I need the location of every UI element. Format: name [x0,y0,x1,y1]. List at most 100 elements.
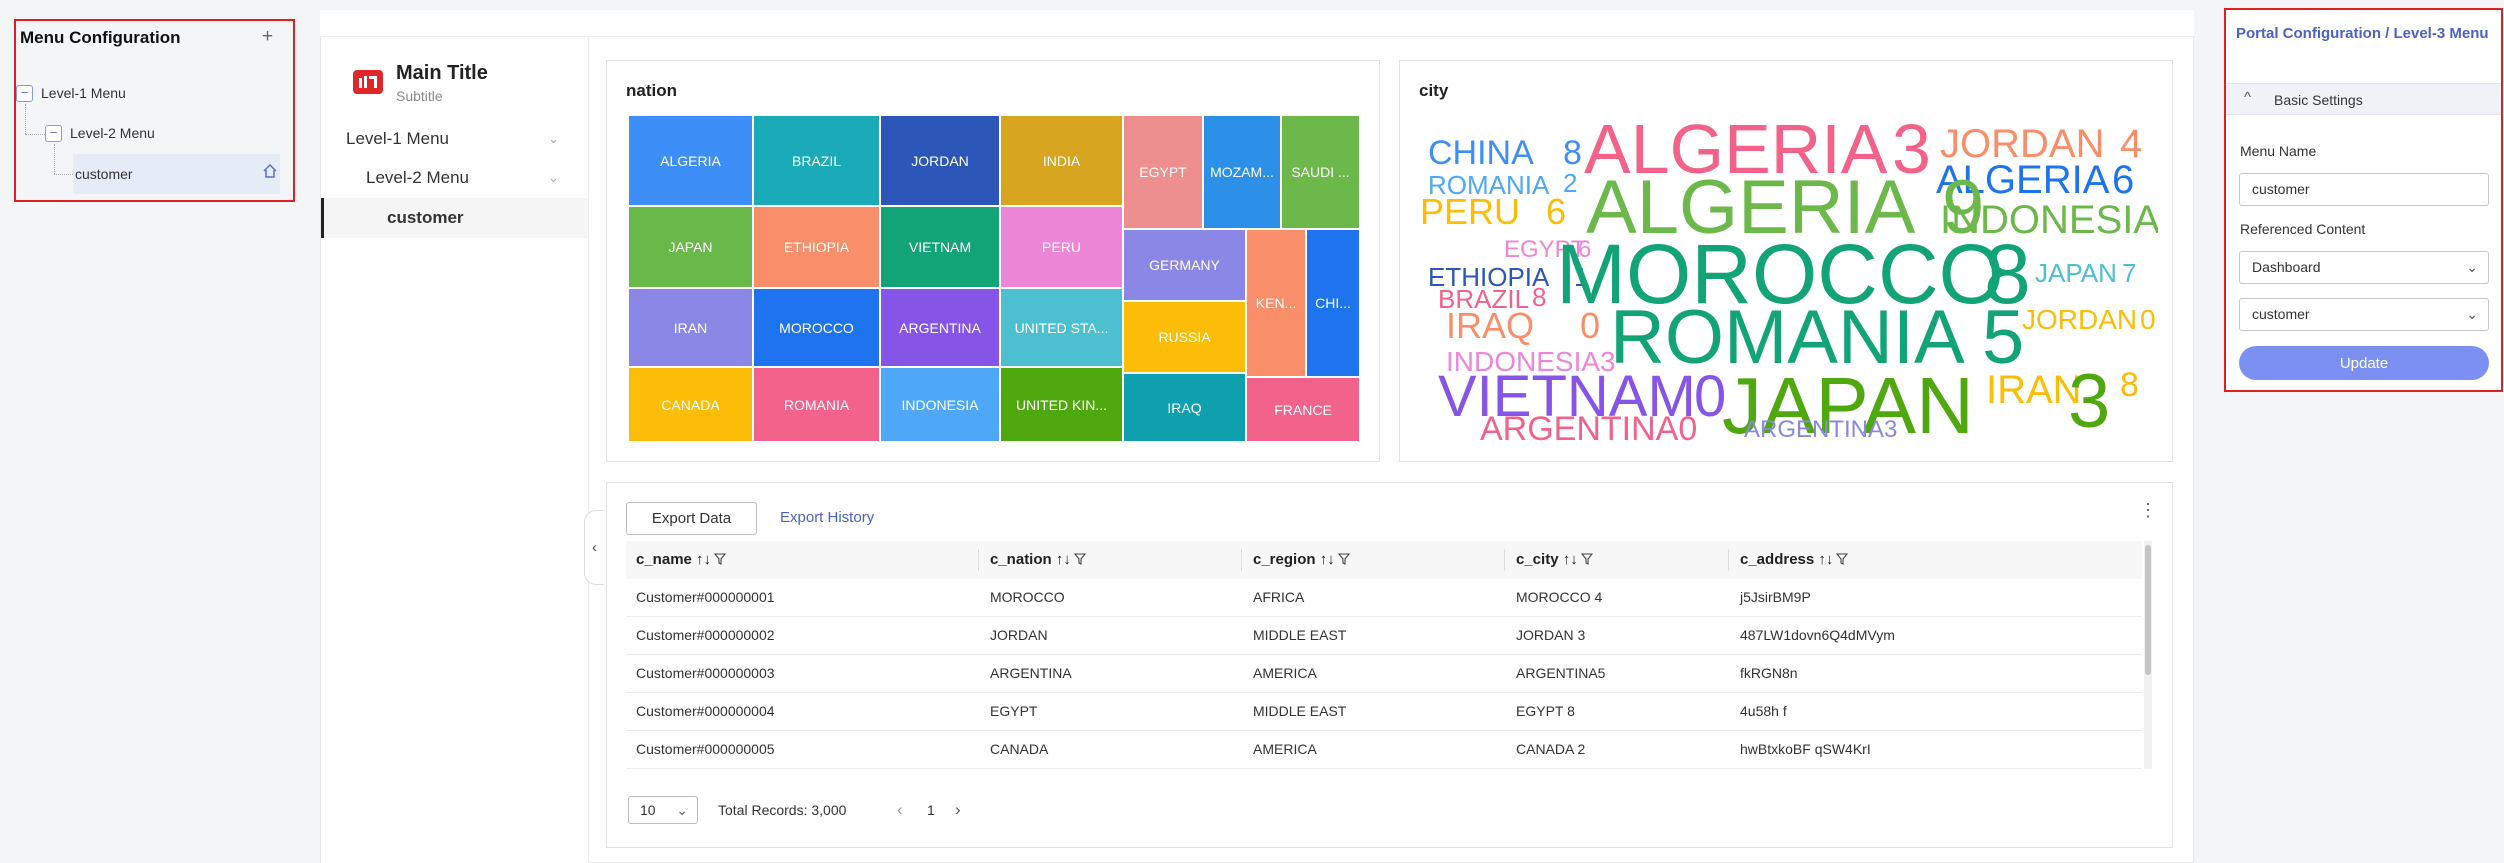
column-header[interactable]: c_name ↑↓ [636,551,727,568]
nav-item-level-1[interactable]: Level-1 Menu [346,129,449,149]
tree-item-level-1[interactable]: − Level-1 Menu [16,75,126,111]
filter-icon[interactable] [1833,551,1849,568]
page-size-select[interactable]: 10 ⌄ [628,796,698,824]
treemap-tile[interactable]: EGYPT [1123,115,1203,229]
wordcloud-word[interactable]: 8 [1563,136,1582,170]
wordcloud-word[interactable]: 6 [1546,194,1566,230]
column-divider[interactable] [1241,549,1242,571]
wordcloud-word[interactable]: 3 [2068,364,2110,440]
column-divider[interactable] [1504,549,1505,571]
treemap-tile[interactable]: VIETNAM [880,206,1000,288]
export-history-link[interactable]: Export History [780,509,874,526]
content-type-select[interactable]: Dashboard ⌄ [2239,251,2489,284]
treemap-tile[interactable]: MOZAM... [1203,115,1281,229]
tree-item-customer[interactable]: customer [75,156,133,192]
table-row[interactable] [626,617,2142,655]
prev-page-button[interactable]: ‹ [897,800,903,820]
wordcloud-word[interactable]: 6 [2112,160,2134,200]
treemap-tile[interactable]: RUSSIA [1123,301,1246,373]
wordcloud-word[interactable]: CHINA [1428,136,1534,170]
filter-icon[interactable] [711,551,727,568]
treemap-tile[interactable]: CHI... [1306,229,1360,377]
home-icon[interactable] [262,163,278,179]
treemap-tile[interactable]: ETHIOPIA [753,206,880,288]
chevron-down-icon: ⌄ [548,170,559,185]
table-row[interactable] [626,731,2142,769]
table-header [626,541,2142,579]
column-header[interactable]: c_city ↑↓ [1516,551,1593,568]
treemap-tile[interactable]: IRAQ [1123,373,1246,442]
treemap-tile[interactable]: UNITED KIN... [1000,367,1123,442]
treemap-tile[interactable]: ARGENTINA [880,288,1000,367]
table-cell: AMERICA [1253,665,1317,681]
treemap-tile[interactable]: GERMANY [1123,229,1246,301]
treemap-tile[interactable]: JAPAN [628,206,753,288]
treemap-tile[interactable]: JORDAN [880,115,1000,206]
treemap-tile[interactable]: BRAZIL [753,115,880,206]
table-scrollbar-thumb[interactable] [2145,545,2151,675]
filter-icon[interactable] [1335,551,1350,568]
total-records: Total Records: 3,000 [718,802,847,818]
wordcloud-word[interactable]: 8 [1532,284,1546,310]
wordcloud-word[interactable]: ARGENTINA3 [1744,418,1897,442]
column-header[interactable]: c_region ↑↓ [1253,551,1350,568]
current-page[interactable]: 1 [927,802,935,818]
content-item-select[interactable]: customer ⌄ [2239,298,2489,331]
wordcloud-word[interactable]: 7 [2122,260,2136,286]
more-options-icon[interactable]: ⋮ [2139,500,2157,521]
collapse-sidebar-button[interactable]: ‹ [584,510,604,585]
wordcloud-word[interactable]: PERU [1420,194,1520,230]
wordcloud-word[interactable]: 8 [2120,368,2139,402]
wordcloud-word[interactable]: JORDAN [2022,306,2137,334]
sort-icon[interactable]: ↑↓ [1563,551,1578,568]
sort-icon[interactable]: ↑↓ [1818,551,1833,568]
column-header[interactable]: c_nation ↑↓ [990,551,1087,568]
collapse-toggle-icon[interactable]: − [45,124,62,142]
filter-icon[interactable] [1071,551,1087,568]
treemap-tile[interactable]: CANADA [628,367,753,442]
wordcloud-word[interactable]: IRAQ [1446,308,1534,344]
sort-icon[interactable]: ↑↓ [1320,551,1335,568]
sort-icon[interactable]: ↑↓ [696,551,711,568]
menu-name-input[interactable]: customer [2239,173,2489,206]
treemap-tile[interactable]: INDONESIA [880,367,1000,442]
treemap-tile[interactable]: ROMANIA [753,367,880,442]
next-page-button[interactable]: › [955,800,961,820]
wordcloud-word[interactable]: JAPAN [2035,260,2117,286]
treemap-tile[interactable]: MOROCCO [753,288,880,367]
nav-item-level-2[interactable]: Level-2 Menu [366,168,469,188]
table-row[interactable] [626,693,2142,731]
wordcloud-word[interactable]: 0 [2140,306,2156,334]
chevron-up-icon[interactable]: ^ [2244,89,2251,106]
tree-item-level-2[interactable]: − Level-2 Menu [45,115,155,151]
content-type-value: Dashboard [2252,259,2321,275]
nav-item-customer[interactable]: customer [387,208,464,228]
wordcloud-word[interactable]: 0 [1580,308,1600,344]
table-cell: Customer#000000005 [636,741,775,757]
column-divider[interactable] [978,549,979,571]
treemap-tile[interactable]: PERU [1000,206,1123,288]
treemap-tile[interactable]: IRAN [628,288,753,367]
table-row[interactable] [626,655,2142,693]
update-button[interactable]: Update [2239,346,2489,380]
treemap-tile[interactable]: UNITED STA... [1000,288,1123,367]
treemap-tile[interactable]: INDIA [1000,115,1123,206]
wordcloud-word[interactable]: ARGENTINA0 [1480,412,1697,442]
treemap-tile[interactable]: FRANCE [1246,377,1360,442]
sort-icon[interactable]: ↑↓ [1056,551,1071,568]
column-header[interactable]: c_address ↑↓ [1740,551,1849,568]
treemap-tile[interactable]: ALGERIA [628,115,753,206]
table-cell: MOROCCO 4 [1516,589,1603,605]
table-row[interactable] [626,579,2142,617]
collapse-toggle-icon[interactable]: − [16,84,33,102]
column-divider[interactable] [1728,549,1729,571]
treemap-tile[interactable]: SAUDI ... [1281,115,1360,229]
wordcloud-word[interactable]: 5 [1982,300,2024,376]
menu-name-label: Menu Name [2240,143,2317,159]
filter-icon[interactable] [1578,551,1593,568]
plus-icon[interactable]: + [262,26,273,48]
export-data-button[interactable]: Export Data [626,502,757,535]
basic-settings-section[interactable]: ^ Basic Settings [2226,83,2501,115]
table-cell: Customer#000000003 [636,665,775,681]
treemap-tile[interactable]: KEN... [1246,229,1306,377]
